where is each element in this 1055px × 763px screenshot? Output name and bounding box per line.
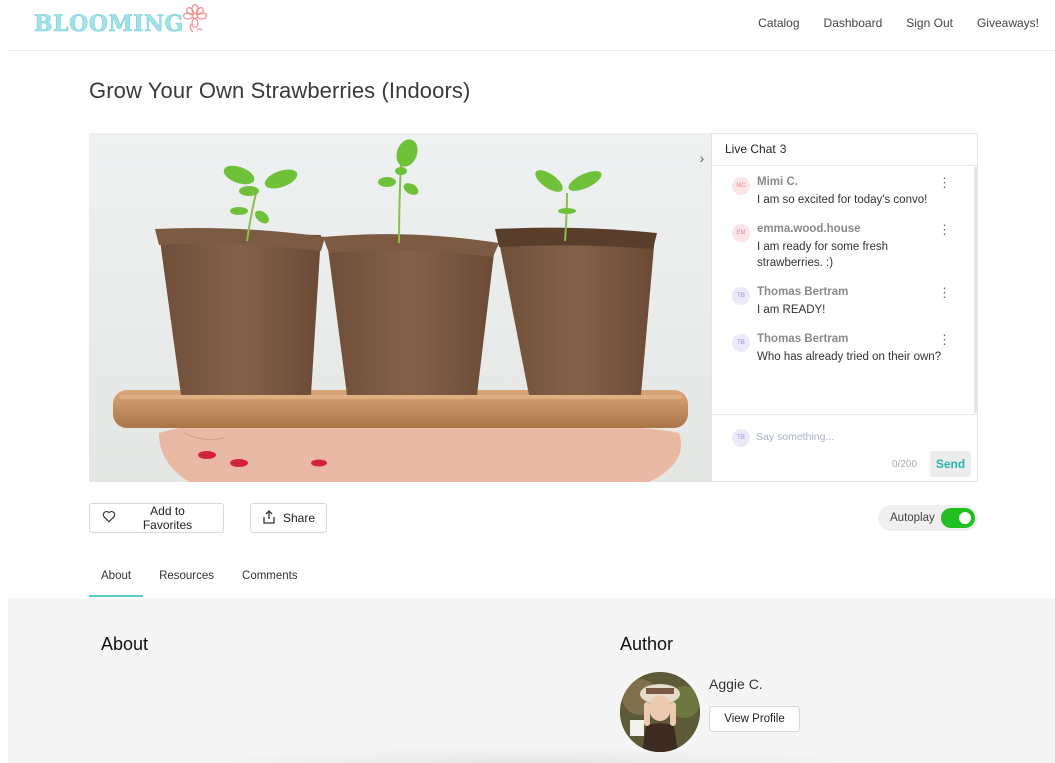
chat-message-input[interactable] — [756, 427, 956, 447]
autoplay-control: Autoplay — [878, 505, 978, 531]
heart-icon — [102, 510, 116, 526]
chevron-right-icon: › — [699, 150, 705, 166]
message-author: Mimi C. — [757, 176, 798, 188]
avatar: EM — [732, 224, 750, 242]
author-name: Aggie C. — [709, 676, 763, 692]
add-to-favorites-button[interactable]: Add to Favorites — [89, 503, 224, 533]
chat-message-list[interactable]: MC Mimi C. I am so excited for today's c… — [712, 167, 977, 413]
content-tabs: About Resources Comments — [89, 558, 326, 597]
live-chat-panel: Live Chat 3 MC Mimi C. I am so excited fo… — [711, 133, 978, 482]
share-button[interactable]: Share — [250, 503, 327, 533]
nav-catalog[interactable]: Catalog — [758, 16, 799, 30]
tab-resources[interactable]: Resources — [159, 558, 214, 596]
brand-name: BLOOMING — [34, 10, 184, 37]
tab-comments[interactable]: Comments — [242, 558, 298, 596]
chat-message: MC Mimi C. I am so excited for today's c… — [712, 167, 974, 214]
toggle-knob — [959, 512, 971, 524]
message-author: Thomas Bertram — [757, 333, 849, 345]
live-chat-header: Live Chat 3 — [712, 134, 977, 166]
video-thumbnail — [89, 133, 711, 482]
top-header: BLOOMING Catalog Dashboard Sign Out Give… — [8, 0, 1055, 51]
chat-composer: TB 0/200 Send — [712, 414, 977, 482]
flower-icon — [182, 3, 208, 39]
page-title: Grow Your Own Strawberries (Indoors) — [89, 78, 471, 103]
video-player[interactable] — [89, 133, 711, 482]
avatar: TB — [732, 287, 750, 305]
page: BLOOMING Catalog Dashboard Sign Out Give… — [0, 0, 1055, 763]
message-text: I am ready for some fresh strawberries. … — [757, 241, 889, 269]
avatar: TB — [732, 334, 750, 352]
tab-about[interactable]: About — [89, 558, 144, 597]
char-count: 0/200 — [892, 459, 918, 470]
main-nav: Catalog Dashboard Sign Out Giveaways! — [758, 16, 1039, 30]
more-options-icon[interactable]: ⋮ — [938, 286, 951, 299]
avatar: TB — [732, 429, 750, 447]
more-options-icon[interactable]: ⋮ — [938, 176, 951, 189]
autoplay-toggle[interactable] — [941, 508, 975, 528]
share-icon — [263, 509, 275, 527]
nav-giveaways[interactable]: Giveaways! — [977, 16, 1039, 30]
more-options-icon[interactable]: ⋮ — [938, 333, 951, 346]
send-button[interactable]: Send — [930, 451, 971, 477]
message-text: Who has already tried on their own? — [757, 351, 942, 363]
message-author: Thomas Bertram — [757, 286, 849, 298]
avatar: MC — [732, 177, 750, 195]
nav-dashboard[interactable]: Dashboard — [824, 16, 883, 30]
collapse-chat-button[interactable]: › — [692, 145, 712, 171]
view-profile-button[interactable]: View Profile — [709, 706, 800, 732]
about-heading: About — [101, 634, 149, 654]
details-section: About Author Aggie C. View Profile — [8, 598, 1055, 763]
nav-sign-out[interactable]: Sign Out — [906, 16, 953, 30]
live-chat-title: Live Chat — [725, 142, 776, 156]
chat-message: TB Thomas Bertram Who has already tried … — [712, 324, 974, 371]
chat-message: TB Thomas Bertram I am READY! ⋮ — [712, 277, 974, 324]
author-heading: Author — [620, 634, 674, 654]
message-text: I am READY! — [757, 304, 826, 316]
more-options-icon[interactable]: ⋮ — [938, 223, 951, 236]
message-author: emma.wood.house — [757, 223, 861, 235]
brand-logo[interactable]: BLOOMING — [34, 3, 208, 39]
author-avatar[interactable] — [620, 672, 700, 752]
add-to-favorites-label: Add to Favorites — [142, 504, 193, 532]
viewer-count: 3 — [779, 142, 787, 156]
chat-message: EM emma.wood.house I am ready for some f… — [712, 214, 974, 277]
message-text: I am so excited for today's convo! — [757, 194, 928, 206]
autoplay-label: Autoplay — [890, 512, 935, 524]
share-label: Share — [283, 511, 316, 525]
